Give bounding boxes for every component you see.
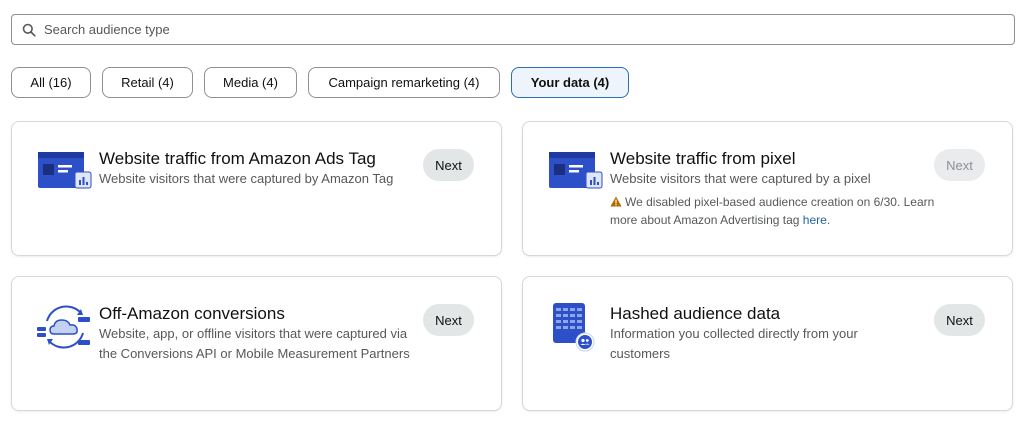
hashed-data-icon: [548, 299, 604, 355]
card-title: Website traffic from pixel: [610, 149, 796, 168]
audience-card-pixel[interactable]: Website traffic from pixel Website visit…: [522, 121, 1013, 256]
filter-media[interactable]: Media (4): [204, 67, 297, 98]
pixel-deprecation-warning: We disabled pixel-based audience creatio…: [610, 193, 940, 229]
filter-all[interactable]: All (16): [11, 67, 91, 98]
filter-campaign-remarketing[interactable]: Campaign remarketing (4): [308, 67, 500, 98]
filter-retail[interactable]: Retail (4): [102, 67, 193, 98]
website-browser-icon: [37, 144, 93, 200]
warning-suffix: .: [826, 213, 831, 227]
amazon-tag-help-link[interactable]: here: [803, 213, 827, 227]
cloud-sync-icon: [37, 299, 93, 355]
search-input[interactable]: [44, 22, 944, 37]
filter-your-data[interactable]: Your data (4): [511, 67, 629, 98]
search-bar[interactable]: [11, 14, 1015, 45]
card-description: Information you collected directly from …: [610, 326, 858, 361]
audience-card-hashed-data[interactable]: Hashed audience data Information you col…: [522, 276, 1013, 411]
card-description: Website visitors that were captured by A…: [99, 171, 394, 186]
audience-card-off-amazon-conversions[interactable]: Off-Amazon conversions Website, app, or …: [11, 276, 502, 411]
search-icon: [22, 23, 36, 37]
card-description: Website visitors that were captured by a…: [610, 171, 871, 186]
next-button[interactable]: Next: [934, 304, 985, 336]
warning-icon: [610, 194, 622, 207]
website-browser-icon: [548, 144, 604, 200]
card-title: Hashed audience data: [610, 304, 781, 323]
warning-text: We disabled pixel-based audience creatio…: [610, 195, 935, 227]
next-button[interactable]: Next: [934, 149, 985, 181]
card-description: Website, app, or offline visitors that w…: [99, 326, 410, 361]
next-button[interactable]: Next: [423, 304, 474, 336]
card-title: Off-Amazon conversions: [99, 304, 285, 323]
card-title: Website traffic from Amazon Ads Tag: [99, 149, 376, 168]
next-button[interactable]: Next: [423, 149, 474, 181]
audience-card-amazon-ads-tag[interactable]: Website traffic from Amazon Ads Tag Webs…: [11, 121, 502, 256]
